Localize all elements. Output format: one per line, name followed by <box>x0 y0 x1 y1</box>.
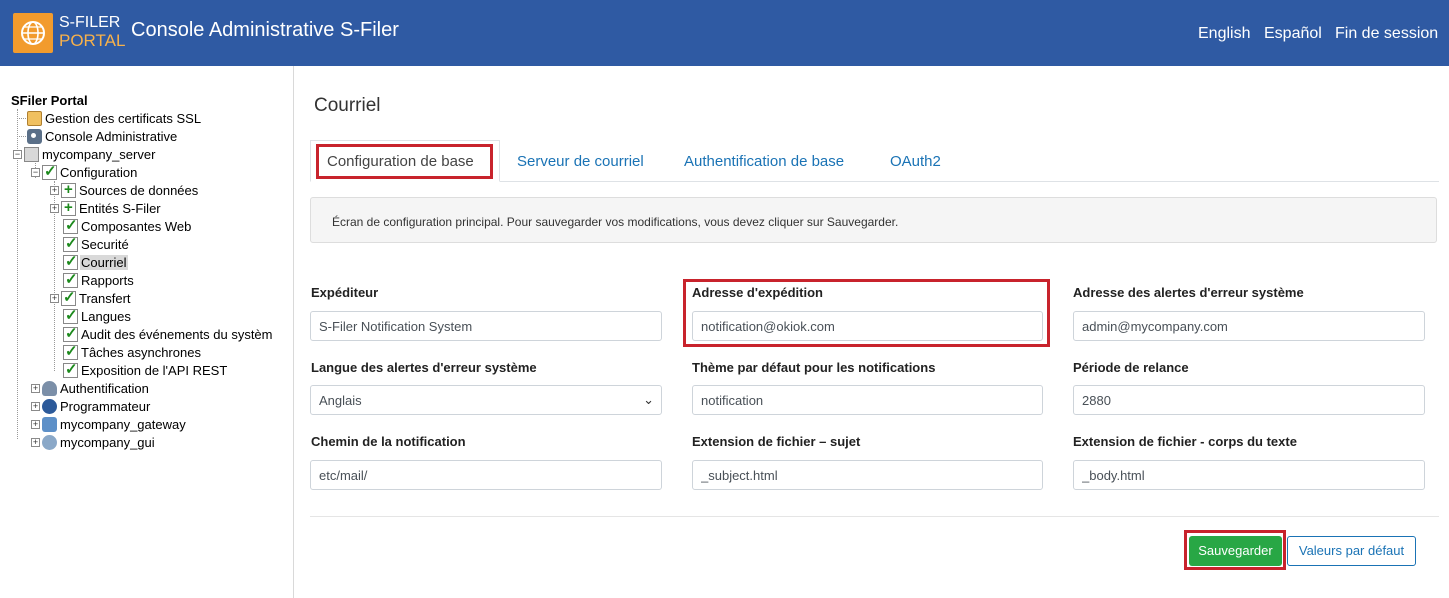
subject-extension-input[interactable] <box>692 460 1043 490</box>
retry-period-input[interactable] <box>1073 385 1425 415</box>
sidebar-item-admin-console[interactable]: Console Administrative <box>27 127 178 145</box>
body-extension-input[interactable] <box>1073 460 1425 490</box>
collapse-icon[interactable]: − <box>13 149 22 159</box>
expand-icon[interactable]: + <box>50 293 59 303</box>
sidebar-item-transfer[interactable]: +Transfert <box>50 288 132 307</box>
default-values-button[interactable]: Valeurs par défaut <box>1287 536 1416 566</box>
expand-icon[interactable]: + <box>31 401 40 411</box>
sidebar-item-reports[interactable]: Rapports <box>63 270 135 289</box>
save-highlight <box>1184 530 1286 570</box>
notification-path-input[interactable] <box>310 460 662 490</box>
add-icon <box>61 181 76 198</box>
language-english-link[interactable]: English <box>1198 25 1250 43</box>
tree-root[interactable]: SFiler Portal <box>11 93 88 108</box>
clock-icon <box>42 398 57 414</box>
info-box: Écran de configuration principal. Pour s… <box>310 197 1437 243</box>
sidebar-item-web-components[interactable]: Composantes Web <box>63 216 192 235</box>
globe-logo-icon <box>13 13 53 53</box>
tab-oauth2[interactable]: OAuth2 <box>890 153 941 170</box>
sidebar-item-gui[interactable]: + mycompany_gui <box>31 433 156 451</box>
chevron-down-icon: ⌄ <box>643 392 654 407</box>
checklist-icon <box>61 288 76 306</box>
error-alerts-address-label: Adresse des alertes d'erreur système <box>1073 285 1304 300</box>
notification-path-label: Chemin de la notification <box>311 434 466 449</box>
language-espanol-link[interactable]: Español <box>1264 25 1322 43</box>
default-theme-label: Thème par défaut pour les notifications <box>692 360 936 375</box>
sidebar-item-email[interactable]: Courriel <box>63 252 128 271</box>
sidebar-item-languages[interactable]: Langues <box>63 306 132 325</box>
retry-period-label: Période de relance <box>1073 360 1189 375</box>
logo-line2: PORTAL <box>59 31 126 50</box>
checklist-icon <box>63 342 78 360</box>
add-icon <box>61 199 76 216</box>
checklist-icon <box>63 324 78 342</box>
sidebar-item-security[interactable]: Securité <box>63 234 130 253</box>
expand-icon[interactable]: + <box>50 203 59 213</box>
error-alerts-address-input[interactable] <box>1073 311 1425 341</box>
tab-mail-server[interactable]: Serveur de courriel <box>517 153 644 170</box>
top-header: S-FILER PORTAL Console Administrative S-… <box>0 0 1449 66</box>
sidebar-item-audit[interactable]: Audit des événements du systèm <box>63 324 274 343</box>
alerts-language-value: Anglais <box>319 393 362 408</box>
expand-icon[interactable]: + <box>31 419 40 429</box>
sidebar-item-configuration[interactable]: −Configuration <box>31 162 138 181</box>
checklist-icon <box>63 252 78 270</box>
logo-text: S-FILER PORTAL <box>59 14 125 50</box>
alerts-language-label: Langue des alertes d'erreur système <box>311 360 537 375</box>
certificate-icon <box>27 110 42 126</box>
form-divider <box>310 516 1439 517</box>
server-icon <box>24 146 39 162</box>
sidebar-item-async-tasks[interactable]: Tâches asynchrones <box>63 342 202 361</box>
sidebar-item-data-sources[interactable]: +Sources de données <box>50 181 199 199</box>
expand-icon[interactable]: + <box>50 185 59 195</box>
sidebar-item-ssl-certificates[interactable]: Gestion des certificats SSL <box>27 109 202 127</box>
default-theme-input[interactable] <box>692 385 1043 415</box>
page-title: Courriel <box>314 95 381 116</box>
sidebar-item-server[interactable]: − mycompany_server <box>13 145 156 163</box>
checklist-icon <box>42 162 57 180</box>
sidebar-item-rest-api[interactable]: Exposition de l'API REST <box>63 360 228 379</box>
tab-basic-authentication[interactable]: Authentification de base <box>684 153 844 170</box>
address-highlight <box>683 279 1050 347</box>
network-icon <box>42 416 57 432</box>
checklist-icon <box>63 360 78 378</box>
sender-label: Expéditeur <box>311 285 379 300</box>
sidebar-item-entities[interactable]: +Entités S-Filer <box>50 199 162 217</box>
sidebar-item-scheduler[interactable]: + Programmateur <box>31 397 151 415</box>
users-icon <box>42 380 57 396</box>
sidebar-item-authentication[interactable]: + Authentification <box>31 379 150 397</box>
info-text: Écran de configuration principal. Pour s… <box>332 215 899 229</box>
sidebar-tree: SFiler Portal Gestion des certificats SS… <box>0 66 294 598</box>
sidebar-item-gateway[interactable]: + mycompany_gateway <box>31 415 187 433</box>
sender-input[interactable] <box>310 311 662 341</box>
subject-extension-label: Extension de fichier – sujet <box>692 434 861 449</box>
expand-icon[interactable]: + <box>31 437 40 447</box>
expand-icon[interactable]: + <box>31 383 40 393</box>
tab-highlight <box>316 144 493 179</box>
app-title: Console Administrative S-Filer <box>131 19 399 41</box>
checklist-icon <box>63 270 78 288</box>
logout-link[interactable]: Fin de session <box>1335 25 1438 43</box>
checklist-icon <box>63 306 78 324</box>
globe-icon <box>42 434 57 450</box>
checklist-icon <box>63 216 78 234</box>
checklist-icon <box>63 234 78 252</box>
collapse-icon[interactable]: − <box>31 167 40 177</box>
gear-icon <box>27 128 42 144</box>
logo-line1: S-FILER <box>59 14 121 31</box>
alerts-language-select[interactable]: Anglais ⌄ <box>310 385 662 415</box>
body-extension-label: Extension de fichier - corps du texte <box>1073 434 1297 449</box>
